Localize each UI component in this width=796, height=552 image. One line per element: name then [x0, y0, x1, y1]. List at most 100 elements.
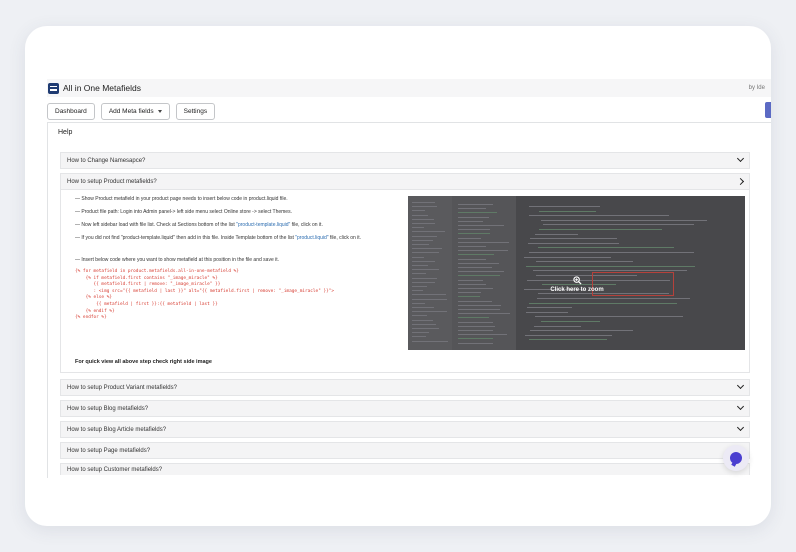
screenshot-detail-line: [458, 288, 494, 289]
screenshot-detail-line: [524, 256, 611, 258]
screenshot-detail-line: [525, 334, 612, 336]
screenshot-detail-line: [412, 265, 429, 266]
screenshot-detail-line: [541, 219, 708, 221]
step-text: — Now left sidebar load with file list. …: [75, 222, 403, 229]
accordion-header-namespace[interactable]: How to Change Namesapce?: [60, 152, 750, 169]
app-logo-icon: [48, 82, 59, 94]
chevron-down-icon: [736, 423, 745, 432]
zoom-label: Click here to zoom: [550, 287, 604, 293]
screenshot-detail-line: [412, 206, 437, 208]
screenshot-detail-line: [412, 202, 435, 203]
primary-action-button[interactable]: [765, 102, 771, 118]
screenshot-detail-line: [412, 273, 427, 275]
screenshot-detail-line: [525, 265, 695, 267]
screenshot-detail-line: [412, 294, 447, 296]
screenshot-detail-line: [412, 298, 448, 300]
product-metafields-content: — Show Product metafield in your product…: [60, 190, 750, 373]
screenshot-detail-line: [458, 304, 502, 306]
help-title: Help: [58, 129, 73, 136]
screenshot-detail-line: [412, 248, 443, 250]
screenshot-detail-line: [458, 258, 487, 260]
accordion-label: How to setup Product metafields?: [67, 178, 157, 185]
screenshot-detail-line: [458, 237, 481, 239]
screenshot-detail-line: [533, 325, 581, 327]
zoom-overlay[interactable]: Click here to zoom: [548, 276, 606, 293]
screenshot-detail-line: [458, 321, 493, 323]
screenshot-detail-line: [529, 206, 601, 207]
screenshot-detail-line: [412, 328, 440, 329]
screenshot-detail-line: [458, 292, 482, 294]
step-text-part: — Now left sidebar load with file list. …: [75, 222, 237, 228]
screenshot-detail-line: [458, 254, 494, 256]
add-meta-fields-dropdown[interactable]: Add Meta fields: [100, 102, 170, 120]
step-text-part: — If you did not find "product-template.…: [75, 235, 296, 241]
step-text: — If you did not find "product-template.…: [75, 235, 403, 242]
accordion-label: How to setup Customer metafields?: [67, 466, 163, 473]
screenshot-detail-line: [530, 238, 617, 240]
add-meta-fields-label: Add Meta fields: [108, 107, 154, 115]
accordion-header-variant[interactable]: How to setup Product Variant metafields?: [60, 379, 750, 396]
screenshot-detail-line: [458, 275, 501, 277]
screenshot-detail-line: [412, 256, 424, 258]
step-text: — Insert below code where you want to sh…: [75, 257, 279, 263]
screenshot-detail-line: [412, 281, 435, 283]
screenshot-detail-line: [534, 316, 683, 318]
screenshot-detail-line: [412, 244, 430, 245]
chat-bubble-icon: [730, 452, 742, 464]
screenshot-detail-line: [529, 330, 634, 332]
screenshot-detail-line: [412, 235, 438, 237]
screenshot-detail-line: [412, 252, 440, 254]
screenshot-detail-line: [537, 247, 674, 249]
chat-button[interactable]: [723, 445, 749, 471]
screenshot-detail-line: [412, 269, 440, 271]
dashboard-button[interactable]: Dashboard: [47, 102, 95, 120]
screenshot-detail-line: [412, 277, 437, 279]
screenshot-detail-line: [542, 224, 695, 226]
screenshot-detail-line: [458, 300, 493, 302]
screenshot-detail-line: [458, 317, 490, 319]
screenshot-detail-line: [458, 283, 486, 285]
screenshot-detail-line: [458, 220, 484, 222]
screenshot-detail-line: [458, 262, 499, 264]
screenshot-detail-line: [527, 307, 573, 309]
screenshot-detail-line: [458, 216, 490, 218]
screenshot-detail-line: [540, 321, 600, 322]
screenshot-detail-line: [412, 239, 433, 241]
screenshot-detail-line: [458, 330, 493, 331]
screenshot-detail-line: [458, 225, 505, 226]
chevron-down-icon: [736, 154, 745, 163]
screenshot-detail-line: [528, 302, 677, 304]
screenshot-detail-line: [412, 218, 434, 220]
screenshot-detail-line: [458, 342, 493, 344]
accordion-header-blog-article[interactable]: How to setup Blog Article metafields?: [60, 421, 750, 438]
screenshot-detail-line: [412, 223, 436, 224]
app-title: All in One Metafields: [63, 83, 141, 93]
accordion-header-product[interactable]: How to setup Product metafields?: [60, 173, 750, 190]
screenshot-detail-line: [412, 315, 427, 317]
zoomable-screenshot[interactable]: Click here to zoom: [408, 196, 745, 350]
accordion-header-customer[interactable]: How to setup Customer metafields?: [60, 463, 750, 475]
file-link: "product.liquid": [295, 235, 329, 241]
screenshot-detail-line: [529, 215, 670, 217]
screenshot-detail-line: [458, 212, 497, 214]
dashboard-button-label: Dashboard: [55, 107, 87, 115]
screenshot-detail-line: [412, 332, 430, 334]
screenshot-detail-line: [458, 309, 500, 310]
accordion-header-blog[interactable]: How to setup Blog metafields?: [60, 400, 750, 417]
screenshot-detail-line: [458, 204, 494, 205]
step-text-part: file, click on it.: [290, 222, 323, 228]
app-header: All in One Metafields by Ide: [47, 79, 771, 97]
accordion-label: How to setup Product Variant metafields?: [67, 384, 177, 391]
screenshot-detail-line: [538, 210, 596, 212]
screenshot-detail-line: [458, 246, 487, 247]
quick-view-note: For quick view all above step check righ…: [75, 359, 212, 365]
accordion-header-page[interactable]: How to setup Page metafields?: [60, 442, 750, 459]
settings-button[interactable]: Settings: [175, 102, 216, 120]
chevron-right-icon: [736, 177, 745, 186]
accordion-label: How to setup Page metafields?: [67, 447, 151, 454]
screenshot-file-tree: [452, 196, 516, 350]
screenshot-detail-line: [529, 252, 694, 253]
screenshot-detail-line: [412, 302, 426, 304]
screenshot-detail-line: [535, 233, 579, 235]
chevron-down-icon: [736, 381, 745, 390]
